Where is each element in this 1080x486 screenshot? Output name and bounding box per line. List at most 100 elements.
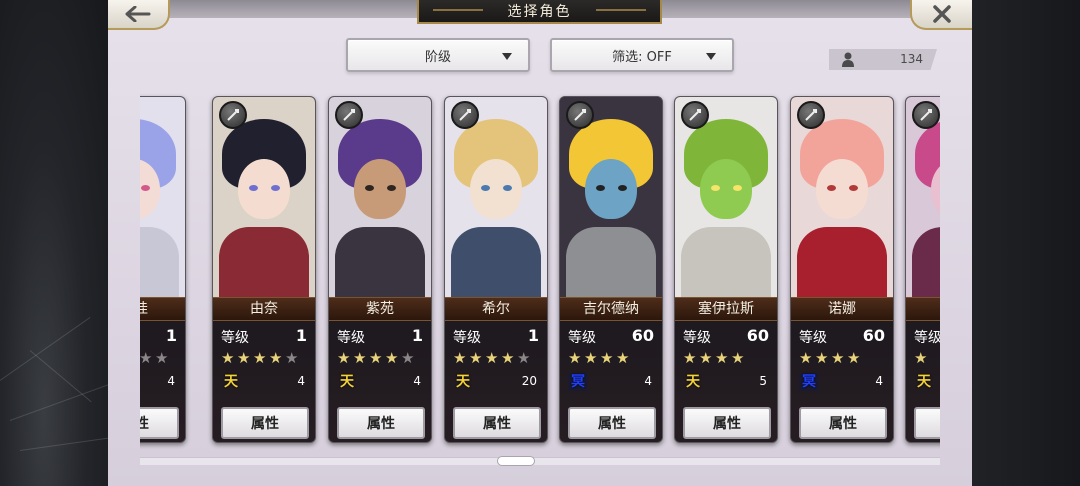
person-icon xyxy=(841,52,855,67)
element-badge: 冥 xyxy=(568,373,588,391)
level-label: 等级 xyxy=(799,330,827,346)
character-card[interactable]: 等等级 ★ 天属性 xyxy=(905,96,940,443)
right-background xyxy=(972,0,1080,486)
scroll-handle[interactable] xyxy=(497,456,535,466)
decor-line xyxy=(0,316,91,381)
portrait-face xyxy=(470,159,522,219)
star-icon: ★ xyxy=(385,349,399,367)
rarity-stars: ★ xyxy=(914,351,929,367)
element-badge: 天 xyxy=(340,374,354,390)
star-icon: ★ xyxy=(584,349,598,367)
star-icon: ★ xyxy=(237,349,251,367)
character-info: 等级 ★ 天属性 xyxy=(906,321,940,442)
portrait-eye xyxy=(481,185,490,191)
character-card[interactable]: 由奈 等级 1 ★ ★ ★ ★ ★ 天 4 属性 xyxy=(212,96,316,443)
portrait-face xyxy=(354,159,406,219)
copies-count: 20 xyxy=(521,374,537,388)
level-label: 等级 xyxy=(914,330,940,346)
level-value: 60 xyxy=(631,326,654,345)
portrait-eye xyxy=(618,185,627,191)
character-card[interactable]: 塞伊拉斯 等级 60 ★ ★ ★ ★ 天 5 属性 xyxy=(674,96,778,443)
level-row: 等级 60 xyxy=(683,326,769,347)
title-ornament-right xyxy=(596,9,646,11)
character-card[interactable]: 紫苑 等级 1 ★ ★ ★ ★ ★ 天 4 属性 xyxy=(328,96,432,443)
portrait-body xyxy=(566,227,656,297)
level-row: 等级 xyxy=(914,327,940,347)
character-count-badge: 134 xyxy=(829,49,937,70)
level-row: 等级 1 xyxy=(453,326,539,347)
level-row: 等级 60 xyxy=(799,326,885,347)
character-card[interactable]: 诺娜 等级 60 ★ ★ ★ ★ 冥 4 属性 xyxy=(790,96,894,443)
level-value: 60 xyxy=(746,326,769,345)
character-list[interactable]: 伊娃等级1★★★★★天4属性由奈等级1★★★★★天4属性紫苑等级1★★★★★天4… xyxy=(140,90,940,450)
star-icon: ★ xyxy=(731,349,745,367)
filter-dropdown[interactable]: 筛选: OFF xyxy=(550,38,734,72)
scroll-track[interactable] xyxy=(140,457,940,465)
star-icon: ★ xyxy=(485,349,499,367)
character-name: 吉尔德纳 xyxy=(560,297,662,321)
copies-count: 4 xyxy=(644,374,652,388)
page-title-plate: 选择角色 xyxy=(417,0,662,24)
star-icon: ★ xyxy=(469,349,483,367)
star-icon: ★ xyxy=(914,349,928,367)
weapon-class-icon xyxy=(335,101,363,129)
star-icon: ★ xyxy=(831,349,845,367)
grade-sort-dropdown[interactable]: 阶级 xyxy=(346,38,530,72)
portrait-eye xyxy=(733,185,742,191)
weapon-class-icon xyxy=(566,101,594,129)
attributes-button[interactable]: 属性 xyxy=(683,407,771,439)
portrait-eye xyxy=(365,185,374,191)
attributes-button[interactable]: 属性 xyxy=(140,407,179,439)
portrait-body xyxy=(797,227,887,297)
attributes-button[interactable]: 属性 xyxy=(337,407,425,439)
level-value: 60 xyxy=(862,326,885,345)
attributes-button[interactable]: 属性 xyxy=(914,407,940,439)
star-icon: ★ xyxy=(369,349,383,367)
decor-line xyxy=(29,350,92,403)
portrait-eye xyxy=(249,185,258,191)
chevron-down-icon xyxy=(502,53,512,60)
portrait-body xyxy=(219,227,309,297)
weapon-class-icon xyxy=(797,101,825,129)
weapon-class-icon xyxy=(451,101,479,129)
character-name: 紫苑 xyxy=(329,297,431,321)
portrait-body xyxy=(681,227,771,297)
portrait-body xyxy=(335,227,425,297)
character-card[interactable]: 伊娃等级1★★★★★天4属性 xyxy=(140,96,186,443)
rarity-stars: ★ ★ ★ ★ xyxy=(799,351,862,367)
character-name: 由奈 xyxy=(213,297,315,321)
star-icon: ★ xyxy=(600,349,614,367)
character-card[interactable]: 吉尔德纳 等级 60 ★ ★ ★ ★ 冥 4 属性 xyxy=(559,96,663,443)
star-icon: ★ xyxy=(221,349,235,367)
character-info: 等级 1 ★ ★ ★ ★ ★ 天 20 属性 xyxy=(445,321,547,442)
attributes-button[interactable]: 属性 xyxy=(453,407,541,439)
portrait-body xyxy=(140,227,179,297)
level-label: 等级 xyxy=(683,330,711,346)
star-icon: ★ xyxy=(715,349,729,367)
copies-count: 5 xyxy=(759,374,767,388)
character-card[interactable]: 希尔 等级 1 ★ ★ ★ ★ ★ 天 20 属性 xyxy=(444,96,548,443)
portrait-eye xyxy=(387,185,396,191)
character-info: 等级 60 ★ ★ ★ ★ 冥 4 属性 xyxy=(791,321,893,442)
star-icon: ★ xyxy=(616,349,630,367)
star-icon: ★ xyxy=(337,349,351,367)
portrait-eye xyxy=(596,185,605,191)
portrait-face xyxy=(816,159,868,219)
character-info: 等级 60 ★ ★ ★ ★ 冥 4 属性 xyxy=(560,321,662,442)
back-button[interactable] xyxy=(108,0,170,30)
weapon-class-icon xyxy=(912,101,940,129)
rarity-stars: ★★★★★ xyxy=(453,351,532,367)
character-count: 134 xyxy=(900,52,923,66)
portrait-eye xyxy=(711,185,720,191)
level-label: 等级 xyxy=(453,330,481,346)
portrait-eye xyxy=(271,185,280,191)
copies-count: 4 xyxy=(167,374,175,388)
attributes-button[interactable]: 属性 xyxy=(799,407,887,439)
level-value: 1 xyxy=(527,326,539,345)
element-badge: 天 xyxy=(456,374,470,390)
attributes-button[interactable]: 属性 xyxy=(221,407,309,439)
close-button[interactable] xyxy=(910,0,972,30)
attributes-button[interactable]: 属性 xyxy=(568,407,656,439)
element-badge: 天 xyxy=(917,374,931,390)
star-icon: ★ xyxy=(699,349,713,367)
